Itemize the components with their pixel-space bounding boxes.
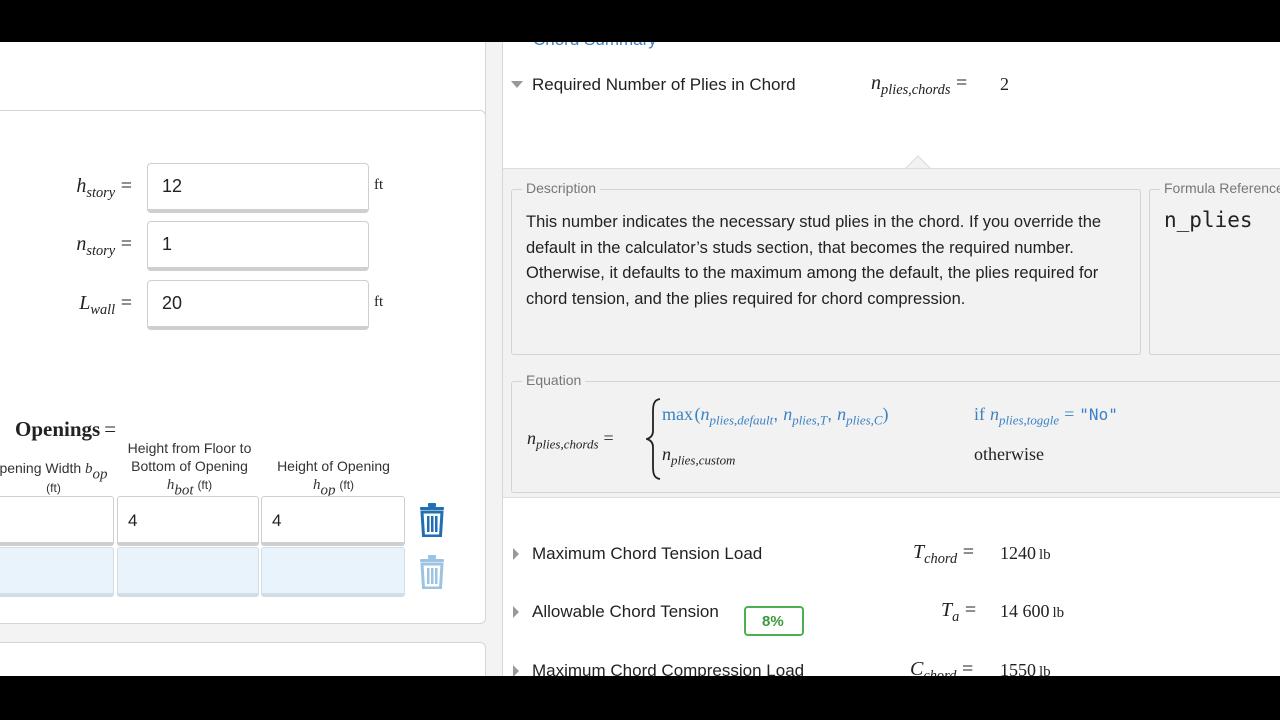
opening-1-height-opening-cell[interactable]: 4 [261,496,405,546]
l-wall-row: Lwall = ft [0,280,487,330]
left-bottom-card [0,642,486,676]
max-chord-tension-row[interactable]: Maximum Chord Tension Load Tchord = 1240… [503,535,1280,575]
h-story-row: hstory = ft [0,163,487,213]
col-head-height-opening: Height of Opening hop (ft) [277,458,390,499]
utilization-badge[interactable]: 8% [744,606,804,636]
chevron-right-icon[interactable] [513,665,519,676]
max-chord-compression-row[interactable]: Maximum Chord Compression Load Cchord = … [503,652,1280,676]
formula-reference-legend: Formula Reference [1160,180,1280,196]
formula-reference-value: n_plies [1164,208,1253,232]
allowable-chord-tension-symbol: Ta = [941,599,977,626]
col-head-width: pening Width bop (ft) [0,460,108,495]
openings-label: Openings = [15,417,117,441]
formula-reference-fieldset: Formula Reference n_plies [1149,180,1280,355]
description-fieldset: Description This number indicates the ne… [511,180,1141,355]
max-chord-tension-value: 1240 lb [1000,543,1051,563]
opening-1-height-floor-cell[interactable]: 4 [117,496,259,546]
delete-opening-1-trash-icon[interactable] [417,503,447,537]
l-wall-input[interactable] [147,280,369,330]
allowable-chord-tension-row[interactable]: Allowable Chord Tension Ta = 14 600 lb [503,593,1280,633]
chevron-down-icon[interactable] [511,81,523,88]
max-chord-compression-label: Maximum Chord Compression Load [532,661,805,676]
n-story-row: nstory = [0,221,487,271]
max-chord-compression-symbol: Cchord = [910,658,974,676]
chevron-right-icon[interactable] [513,548,519,560]
max-chord-compression-value: 1550 lb [1000,660,1051,676]
opening-2-height-floor-cell[interactable] [117,547,259,597]
chord-summary-panel: Chord Summary Required Number of Plies i… [502,42,1280,676]
opening-2-height-opening-cell[interactable] [261,547,405,597]
description-text: This number indicates the necessary stud… [526,213,1102,309]
description-legend: Description [522,180,601,196]
equation-condition-1: if nplies,toggle = "No" [974,404,1118,428]
allowable-chord-tension-value: 14 600 lb [1000,601,1065,621]
equation-legend: Equation [522,372,586,388]
chord-summary-title[interactable]: Chord Summary [533,42,657,50]
equation-condition-2: otherwise [974,444,1044,464]
opening-2-width-cell[interactable] [0,547,114,597]
opening-1-width-cell[interactable] [0,496,114,546]
details-box: Description This number indicates the ne… [503,168,1280,498]
max-chord-tension-label: Maximum Chord Tension Load [532,544,763,563]
app-viewport: hstory = ft nstory = Lwall = ft Openings… [0,42,1280,676]
equation-case-2: nplies,custom [662,444,736,468]
wall-inputs-card: hstory = ft nstory = Lwall = ft Openings… [0,110,486,624]
col-head-height-floor: Height from Floor to Bottom of Opening h… [127,440,252,499]
n-story-label: nstory = [76,233,132,260]
delete-opening-2-trash-icon[interactable] [417,555,447,589]
n-story-input[interactable] [147,221,369,271]
h-story-input[interactable] [147,163,369,213]
required-plies-value: 2 [1000,74,1009,94]
equation-lhs: nplies,chords = [527,428,614,452]
allowable-chord-tension-label: Allowable Chord Tension [532,602,719,621]
equation-brace [646,398,661,480]
h-story-label: hstory = [76,175,132,202]
max-chord-tension-symbol: Tchord = [913,541,975,568]
required-plies-label: Required Number of Plies in Chord [532,75,796,94]
l-wall-label: Lwall = [79,292,132,319]
chevron-right-icon[interactable] [513,606,519,618]
equation-fieldset: Equation nplies,chords = max (nplies,def… [511,372,1280,493]
required-plies-row[interactable]: Required Number of Plies in Chord nplies… [503,66,1280,106]
l-wall-unit: ft [374,294,384,310]
equation-case-1: max (nplies,default, nplies,T, nplies,C) [662,404,889,428]
required-plies-symbol: nplies,chords = [871,72,968,99]
h-story-unit: ft [374,177,384,193]
